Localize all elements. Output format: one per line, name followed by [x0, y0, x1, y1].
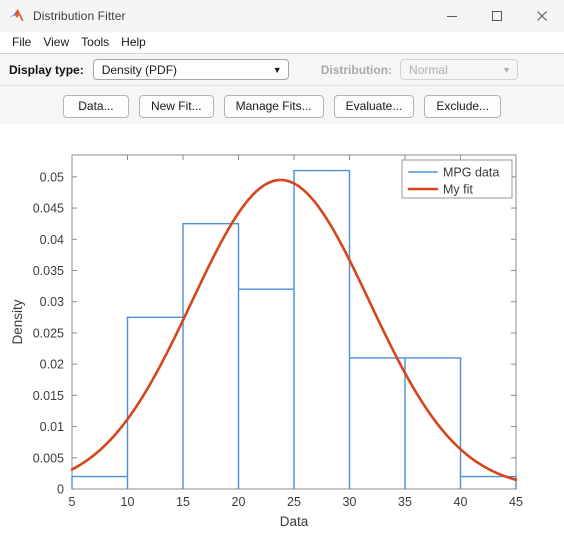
chevron-down-icon: ▼: [272, 64, 282, 75]
y-tick-label: 0.01: [40, 420, 64, 434]
evaluate-button[interactable]: Evaluate...: [333, 94, 415, 118]
y-tick-label: 0: [57, 483, 64, 497]
action-button-row: Data... New Fit... Manage Fits... Evalua…: [0, 86, 564, 127]
menu-item-file[interactable]: File: [6, 34, 37, 51]
menu-bar: File View Tools Help: [0, 32, 564, 54]
legend-label-my-fit: My fit: [443, 183, 473, 197]
exclude-button[interactable]: Exclude...: [424, 94, 502, 118]
x-tick-label: 10: [121, 495, 135, 509]
window-title-bar: Distribution Fitter: [0, 0, 564, 32]
display-type-row: Display type: Density (PDF) ▼ Distributi…: [0, 54, 564, 86]
y-tick-label: 0.015: [33, 389, 64, 403]
x-tick-label: 30: [343, 495, 357, 509]
x-axis-label: Data: [280, 514, 309, 529]
x-tick-label: 25: [287, 495, 301, 509]
menu-item-view[interactable]: View: [37, 34, 75, 51]
close-button[interactable]: [519, 0, 564, 31]
y-tick-label: 0.03: [40, 295, 64, 309]
x-tick-label: 15: [176, 495, 190, 509]
y-tick-label: 0.045: [33, 202, 64, 216]
menu-item-tools[interactable]: Tools: [75, 34, 115, 51]
manage-fits-button[interactable]: Manage Fits...: [223, 94, 324, 118]
legend-label-mpg-data: MPG data: [443, 166, 499, 180]
distribution-value: Normal: [409, 62, 448, 77]
distribution-label: Distribution:: [320, 62, 393, 77]
display-type-value: Density (PDF): [101, 62, 178, 77]
display-type-select[interactable]: Density (PDF) ▼: [92, 59, 289, 80]
x-tick-label: 5: [69, 495, 76, 509]
y-tick-label: 0.035: [33, 264, 64, 278]
maximize-button[interactable]: [474, 0, 519, 31]
y-tick-label: 0.025: [33, 326, 64, 340]
menu-item-help[interactable]: Help: [115, 34, 152, 51]
y-tick-label: 0.05: [40, 170, 64, 184]
x-tick-label: 40: [454, 495, 468, 509]
plot-canvas[interactable]: 5 10 15 20 25 30 35 40 45 0 0.005 0.01 0.015 0.02 0.02…: [0, 124, 564, 541]
y-tick-label: 0.02: [40, 358, 64, 372]
x-tick-label: 35: [398, 495, 412, 509]
x-tick-label: 45: [509, 495, 523, 509]
matlab-logo-icon: [8, 7, 26, 25]
distribution-select: Normal ▼: [400, 59, 519, 80]
y-tick-label: 0.005: [33, 451, 64, 465]
x-tick-label: 20: [232, 495, 246, 509]
new-fit-button[interactable]: New Fit...: [138, 94, 214, 118]
y-axis-label: Density: [10, 299, 25, 344]
distribution-plot-figure[interactable]: 5 10 15 20 25 30 35 40 45 0 0.005 0.01 0.015 0.02 0.02…: [0, 124, 564, 541]
window-controls: [429, 0, 564, 31]
chevron-down-icon: ▼: [502, 64, 512, 75]
minimize-button[interactable]: [429, 0, 474, 31]
y-tick-label: 0.04: [40, 233, 64, 247]
display-type-label: Display type:: [9, 62, 84, 77]
window-title: Distribution Fitter: [33, 8, 126, 23]
data-button[interactable]: Data...: [62, 94, 129, 118]
